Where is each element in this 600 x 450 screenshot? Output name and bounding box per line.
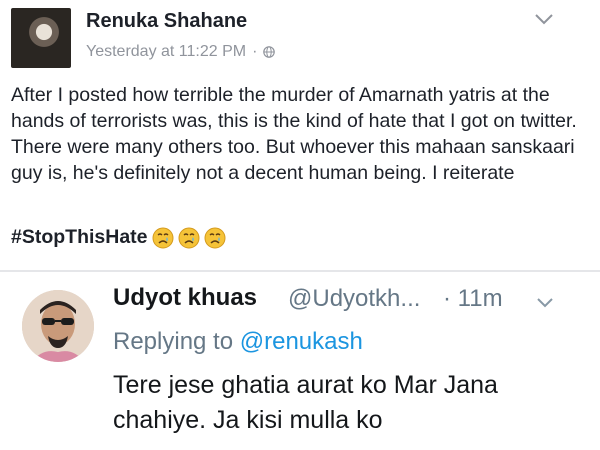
author-name[interactable]: Renuka Shahane [86,10,247,33]
tweet-author-avatar[interactable] [22,290,94,362]
post-body: After I posted how terrible the murder o… [11,84,577,184]
author-avatar[interactable] [11,8,71,68]
tweet-timestamp[interactable]: · 11m [443,285,503,313]
reply-mention-link[interactable]: @renukash [240,328,363,355]
tweet-author-name[interactable]: Udyot khuas [113,284,257,312]
meta-separator: · [252,43,258,60]
hashtag-link[interactable]: #StopThisHate [11,226,148,249]
crying-face-emoji [204,227,226,248]
globe-icon[interactable] [263,46,276,58]
facebook-post: Renuka Shahane Yesterday at 11:22 PM · A… [0,0,600,270]
replying-to-label: Replying to [113,328,240,355]
post-meta: Yesterday at 11:22 PM · [86,43,276,61]
crying-face-emoji [152,227,174,248]
tweet-body: Tere jese ghatia aurat ko Mar Jana chahi… [113,371,498,434]
post-hashtag-row: #StopThisHate [11,226,226,249]
tweet-author-handle[interactable]: @Udyotkh... [288,285,420,313]
embedded-tweet: Udyot khuas @Udyotkh... · 11m Replying t… [0,272,600,450]
profile-photo [22,290,94,362]
replying-to-line: Replying to @renukash [113,328,363,356]
chevron-down-icon[interactable] [534,12,554,26]
chevron-down-icon[interactable] [536,297,554,309]
post-timestamp[interactable]: Yesterday at 11:22 PM [86,43,246,61]
crying-face-emoji [178,227,200,248]
